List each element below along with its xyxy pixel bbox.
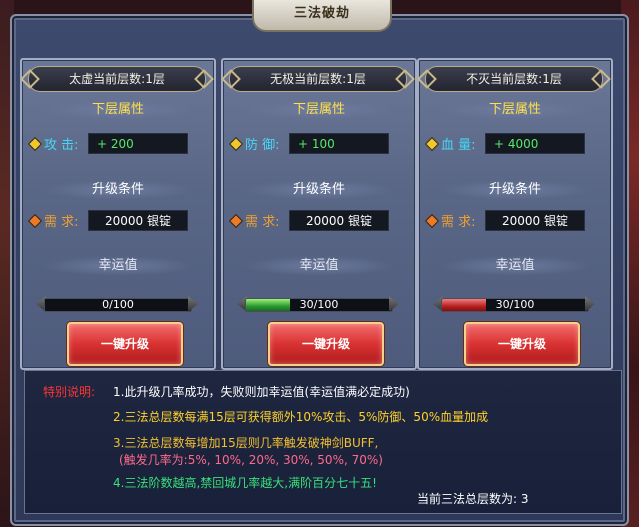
attr-row: 攻 击: + 200 — [27, 132, 210, 156]
next-attr-title: 下层属性 — [42, 100, 194, 120]
luck-text: 0/100 — [102, 298, 134, 311]
req-label: 需 求: — [245, 215, 280, 230]
column-header: 太虚当前层数:1层 — [20, 66, 214, 92]
luck-text: 30/100 — [495, 298, 535, 311]
luck-bar: 30/100 — [237, 296, 399, 312]
luck-bar-track: 0/100 — [44, 298, 192, 312]
column-header-text: 太虚当前层数:1层 — [69, 72, 165, 86]
orange-diamond-icon — [424, 213, 440, 229]
attr-label: 攻 击: — [44, 138, 79, 153]
window-title: 三法破劫 — [252, 0, 392, 32]
attr-row: 血 量: + 4000 — [424, 132, 607, 156]
ornament-icon — [591, 69, 611, 89]
attr-value: + 100 — [289, 133, 389, 154]
column-taixu: 太虚当前层数:1层 下层属性 攻 击: + 200 升级条件 需 求: 2000… — [20, 58, 216, 370]
req-row: 需 求: 20000 银锭 — [27, 209, 210, 233]
next-attr-title: 下层属性 — [439, 100, 591, 120]
info-line-2: 2.三法总层数每满15层可获得额外10%攻击、5%防御、50%血量加成 — [113, 410, 489, 424]
attr-label: 防 御: — [245, 138, 280, 153]
cond-title: 升级条件 — [42, 180, 194, 200]
ornament-icon — [221, 69, 241, 89]
req-row: 需 求: 20000 银锭 — [228, 209, 411, 233]
req-row: 需 求: 20000 银锭 — [424, 209, 607, 233]
luck-text: 30/100 — [299, 298, 339, 311]
info-line-4: 4.三法阶数越高,禁回城几率越大,满阶百分七十五! — [113, 476, 377, 490]
orange-diamond-icon — [27, 213, 43, 229]
gold-diamond-icon — [228, 136, 244, 152]
attr-row: 防 御: + 100 — [228, 132, 411, 156]
total-layers: 当前三法总层数为: 3 — [417, 492, 529, 506]
column-header-text: 不灭当前层数:1层 — [466, 72, 562, 86]
req-label: 需 求: — [44, 215, 79, 230]
cond-title: 升级条件 — [439, 180, 591, 200]
bar-cap-right — [585, 296, 595, 312]
column-header: 不灭当前层数:1层 — [417, 66, 611, 92]
next-attr-title: 下层属性 — [243, 100, 395, 120]
ornament-icon — [20, 69, 40, 89]
luck-bar-track: 30/100 — [441, 298, 589, 312]
attr-value: + 4000 — [485, 133, 585, 154]
bar-cap-right — [188, 296, 198, 312]
orange-diamond-icon — [228, 213, 244, 229]
info-label: 特别说明: — [43, 385, 96, 399]
ornament-icon — [194, 69, 214, 89]
luck-title: 幸运值 — [42, 256, 194, 276]
info-panel: 特别说明: 1.此升级几率成功，失败则加幸运值(幸运值满必定成功) 2.三法总层… — [24, 370, 622, 514]
req-label: 需 求: — [441, 215, 476, 230]
upgrade-button[interactable]: 一键升级 — [268, 322, 384, 366]
luck-bar: 30/100 — [433, 296, 595, 312]
info-line-3: 3.三法总层数每增加15层则几率触发破神剑BUFF, — [113, 436, 379, 450]
upgrade-button[interactable]: 一键升级 — [67, 322, 183, 366]
req-value: 20000 银锭 — [289, 210, 389, 231]
attr-value: + 200 — [88, 133, 188, 154]
column-header-text: 无极当前层数:1层 — [270, 72, 366, 86]
main-panel: 太虚当前层数:1层 下层属性 攻 击: + 200 升级条件 需 求: 2000… — [10, 14, 629, 526]
column-header: 无极当前层数:1层 — [221, 66, 415, 92]
ornament-icon — [417, 69, 437, 89]
column-wuji: 无极当前层数:1层 下层属性 防 御: + 100 升级条件 需 求: 2000… — [221, 58, 417, 370]
luck-bar: 0/100 — [36, 296, 198, 312]
attr-label: 血 量: — [441, 138, 476, 153]
luck-title: 幸运值 — [439, 256, 591, 276]
upgrade-button[interactable]: 一键升级 — [464, 322, 580, 366]
luck-bar-track: 30/100 — [245, 298, 393, 312]
column-bumie: 不灭当前层数:1层 下层属性 血 量: + 4000 升级条件 需 求: 200… — [417, 58, 613, 370]
req-value: 20000 银锭 — [485, 210, 585, 231]
gold-diamond-icon — [424, 136, 440, 152]
info-line-3-rates: (触发几率为:5%, 10%, 20%, 30%, 50%, 70%) — [119, 453, 383, 467]
req-value: 20000 银锭 — [88, 210, 188, 231]
bar-cap-right — [389, 296, 399, 312]
ornament-icon — [395, 69, 415, 89]
cond-title: 升级条件 — [243, 180, 395, 200]
luck-title: 幸运值 — [243, 256, 395, 276]
gold-diamond-icon — [27, 136, 43, 152]
info-line-1: 1.此升级几率成功，失败则加幸运值(幸运值满必定成功) — [113, 385, 410, 399]
